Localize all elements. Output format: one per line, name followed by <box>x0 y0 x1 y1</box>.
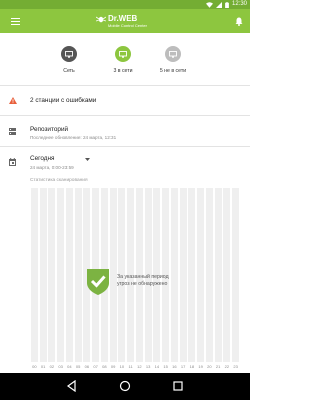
repository-row[interactable]: Репозиторий Последнее обновление: 24 мар… <box>0 117 250 147</box>
online-circle <box>115 46 131 62</box>
bell-icon[interactable] <box>235 17 243 26</box>
x-tick-label: 12 <box>137 364 142 369</box>
no-threats-text: За указанный период угроз не обнаружено <box>117 274 169 288</box>
brand-subtitle: Mobile Control Center <box>108 23 147 28</box>
hamburger-menu-icon[interactable] <box>11 18 20 25</box>
x-tick-label: 20 <box>207 364 212 369</box>
x-tick-label: 13 <box>145 364 151 369</box>
period-title: Сегодня <box>30 155 55 162</box>
offline-circle <box>165 46 181 62</box>
x-tick-label: 00 <box>32 364 37 369</box>
chart-column-04 <box>65 188 73 362</box>
x-tick-label: 07 <box>93 364 98 369</box>
no-threats-line2: угроз не обнаружено <box>117 281 168 287</box>
chart-column-03 <box>57 188 65 362</box>
offline-label: 5 не в сети <box>159 68 187 74</box>
chart-column-23 <box>232 188 240 362</box>
monitor-icon <box>169 50 177 58</box>
x-tick-label: 17 <box>180 364 186 369</box>
chart-column-22 <box>223 188 231 362</box>
online-stat[interactable]: 3 в сети <box>103 46 143 74</box>
wifi-icon <box>205 1 213 8</box>
period-row[interactable]: Сегодня 24 марта, 0:00-23:59 <box>0 148 250 176</box>
chart-column-20 <box>205 188 213 362</box>
x-tick-label: 05 <box>75 364 81 369</box>
x-tick-label: 21 <box>215 364 221 369</box>
calendar-icon <box>9 158 16 166</box>
chart-column-00 <box>30 188 38 362</box>
monitor-icon <box>65 50 73 58</box>
chart-title: Статистика сканирования <box>30 178 88 183</box>
x-tick-label: 10 <box>119 364 125 369</box>
chart-column-01 <box>39 188 47 362</box>
x-tick-label: 18 <box>189 364 195 369</box>
brand-name: Dr.WEB <box>108 14 138 23</box>
shield-check-icon <box>87 269 109 295</box>
x-tick-label: 22 <box>224 364 230 369</box>
app-bar: Dr.WEB Mobile Control Center <box>0 9 250 33</box>
no-threats-status: За указанный период угроз не обнаружено <box>86 268 206 296</box>
online-label: 3 в сети <box>113 68 133 74</box>
x-tick-label: 14 <box>154 364 160 369</box>
repository-title: Репозиторий <box>30 126 69 133</box>
warning-icon <box>9 97 17 104</box>
status-bar: 12:30 <box>0 0 250 9</box>
battery-icon <box>225 1 229 8</box>
app-logo: Dr.WEB Mobile Control Center <box>96 14 166 30</box>
status-time: 12:30 <box>231 1 247 7</box>
x-tick-label: 16 <box>172 364 177 369</box>
x-tick-label: 19 <box>198 364 203 369</box>
x-tick-label: 15 <box>163 364 168 369</box>
chart-column-02 <box>48 188 56 362</box>
network-stat[interactable]: Сеть <box>49 46 89 74</box>
chart-column-05 <box>74 188 82 362</box>
period-range: 24 марта, 0:00-23:59 <box>30 165 74 170</box>
errors-row[interactable]: 2 станции с ошибками <box>0 87 250 116</box>
x-tick-label: 02 <box>49 364 55 369</box>
x-tick-label: 08 <box>102 364 107 369</box>
back-icon[interactable] <box>66 380 78 392</box>
signal-icon <box>215 1 222 8</box>
offline-stat[interactable]: 5 не в сети <box>153 46 193 74</box>
x-tick-label: 01 <box>40 364 46 369</box>
x-tick-label: 06 <box>84 364 90 369</box>
network-label: Сеть <box>63 68 75 74</box>
network-circle <box>61 46 77 62</box>
x-tick-label: 04 <box>67 364 72 369</box>
dropdown-arrow-icon[interactable] <box>85 158 90 161</box>
errors-text: 2 станции с ошибками <box>30 97 97 104</box>
x-tick-label: 09 <box>110 364 116 369</box>
x-tick-label: 23 <box>233 364 238 369</box>
x-tick-label: 11 <box>128 364 133 369</box>
server-icon <box>9 128 16 135</box>
repository-updated: Последнее обновление: 24 марта, 12:31 <box>30 135 117 140</box>
no-threats-line1: За указанный период <box>117 274 169 280</box>
home-icon[interactable] <box>119 380 131 392</box>
x-tick-label: 03 <box>58 364 63 369</box>
spider-logo-icon <box>96 16 106 23</box>
navigation-bar <box>0 373 250 400</box>
monitor-icon <box>119 50 127 58</box>
scan-statistics-chart: Статистика сканирования 00 01 02 03 04 05 06 07… <box>30 178 240 373</box>
recent-apps-icon[interactable] <box>172 380 184 392</box>
chart-column-21 <box>214 188 222 362</box>
station-summary: Сеть 3 в сети 5 не в сети <box>0 33 250 86</box>
